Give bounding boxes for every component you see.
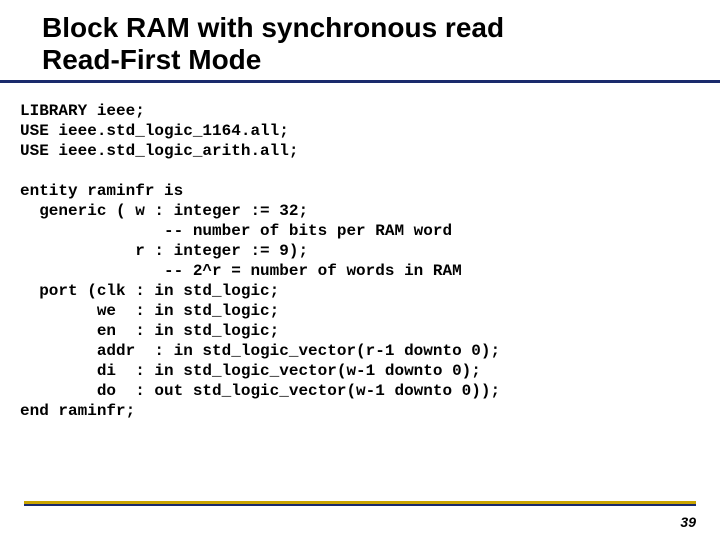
slide: Block RAM with synchronous read Read-Fir… (0, 0, 720, 540)
code-block: LIBRARY ieee; USE ieee.std_logic_1164.al… (20, 101, 696, 421)
slide-title-line1: Block RAM with synchronous read (42, 12, 696, 44)
page-number: 39 (680, 514, 696, 530)
slide-title-line2: Read-First Mode (42, 44, 696, 76)
title-underline (0, 80, 720, 83)
footer-rule (24, 501, 696, 506)
title-block: Block RAM with synchronous read Read-Fir… (42, 12, 696, 76)
